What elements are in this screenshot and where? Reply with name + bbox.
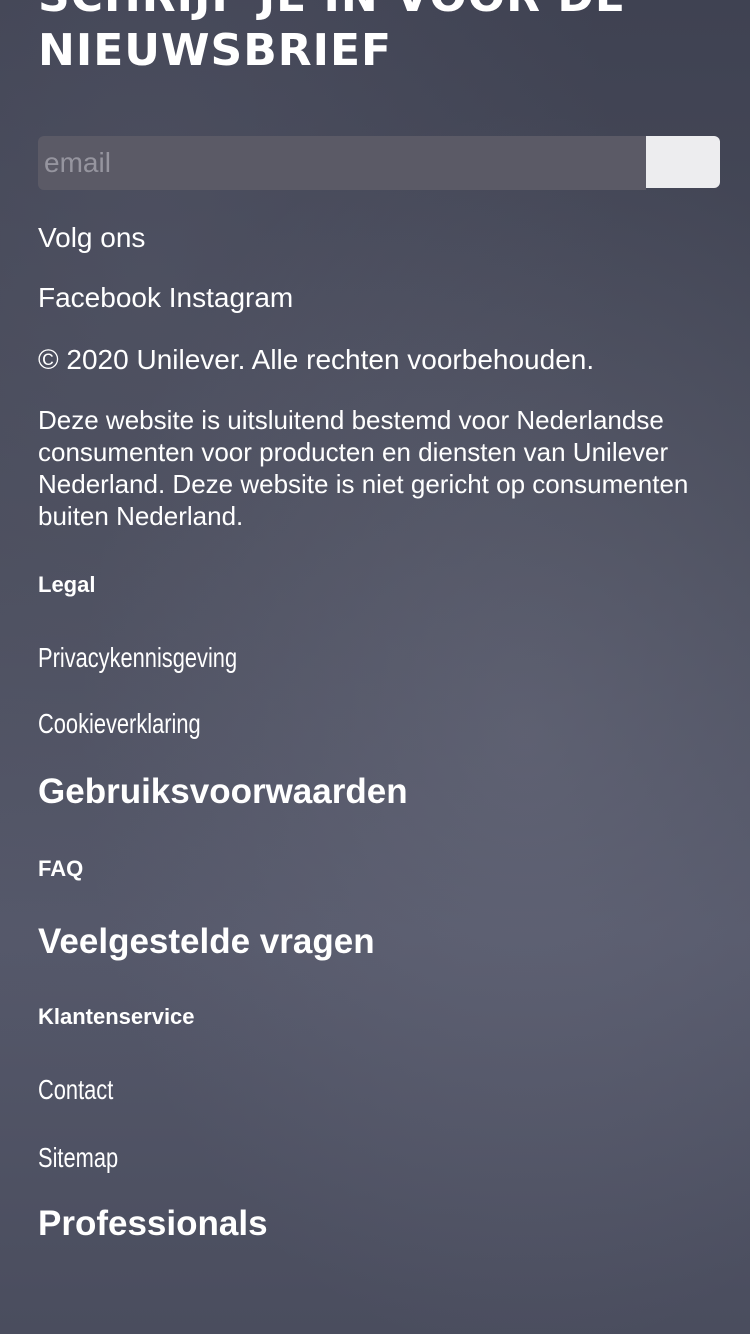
professionals-link[interactable]: Professionals (38, 1204, 268, 1244)
privacy-notice-link[interactable]: Privacykennisgeving (38, 642, 237, 674)
disclaimer-text: Deze website is uitsluitend bestemd voor… (38, 405, 689, 531)
faq-link[interactable]: Veelgestelde vragen (38, 922, 375, 962)
copyright-text: © 2020 Unilever. Alle rechten voorbehoud… (38, 344, 595, 375)
legal-heading: Legal (38, 572, 96, 597)
sitemap-link[interactable]: Sitemap (38, 1142, 118, 1174)
customer-service-heading: Klantenservice (38, 1004, 195, 1029)
faq-heading: FAQ (38, 856, 84, 881)
subscribe-button[interactable] (646, 136, 720, 188)
email-input[interactable] (38, 136, 646, 190)
follow-us-heading: Volg ons (38, 222, 146, 253)
newsletter-title-line2: NIEUWSBRIEF (38, 25, 393, 76)
facebook-link[interactable]: Facebook (38, 282, 161, 313)
terms-of-use-link[interactable]: Gebruiksvoorwaarden (38, 772, 408, 812)
newsletter-title: SCHRIJF JE IN VOOR DE NIEUWSBRIEF (38, 0, 626, 78)
cookie-statement-link[interactable]: Cookieverklaring (38, 708, 201, 740)
newsletter-title-line1: SCHRIJF JE IN VOOR DE (38, 0, 626, 22)
contact-link[interactable]: Contact (38, 1074, 113, 1106)
instagram-link[interactable]: Instagram (169, 282, 294, 313)
newsletter-signup-form (38, 136, 720, 190)
social-links: Facebook Instagram (38, 282, 293, 314)
